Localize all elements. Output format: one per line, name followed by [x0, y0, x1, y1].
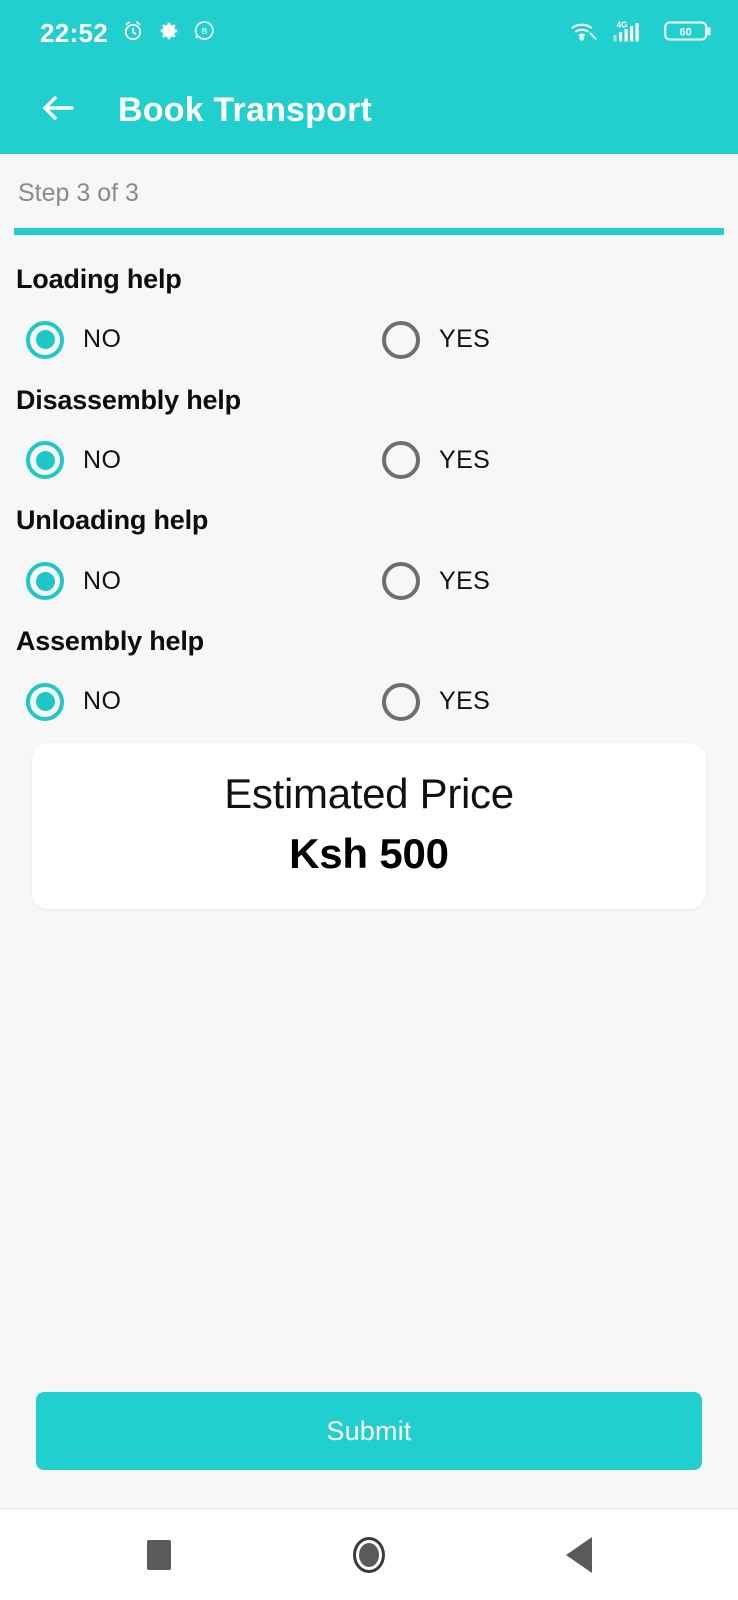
radio-option[interactable]: NO — [26, 562, 382, 601]
radio-dot — [35, 450, 55, 470]
radio-option[interactable]: NO — [26, 682, 382, 721]
question-group: Loading help NO YES — [16, 264, 722, 359]
radio-option[interactable]: YES — [382, 441, 491, 480]
radio-group: NO YES — [16, 682, 722, 721]
question-group: Disassembly help NO YES — [16, 384, 722, 480]
svg-text:4G: 4G — [616, 19, 628, 29]
radio-unselected-icon[interactable] — [382, 441, 420, 480]
radio-selected-icon[interactable] — [26, 562, 64, 601]
radio-option-label: NO — [83, 687, 122, 716]
back-button[interactable] — [28, 79, 90, 141]
radio-unselected-icon[interactable] — [382, 562, 420, 601]
status-bar-right: 4G 60 — [570, 18, 714, 49]
recents-square-icon — [147, 1539, 171, 1570]
radio-selected-icon[interactable] — [26, 441, 64, 480]
radio-selected-icon[interactable] — [26, 320, 64, 359]
radio-option-label: YES — [439, 566, 491, 595]
status-time: 22:52 — [40, 18, 108, 48]
question-title: Disassembly help — [16, 384, 241, 415]
gear-icon — [158, 20, 180, 47]
content-area: Step 3 of 3 Loading help NO YES Disassembly… — [0, 154, 738, 1508]
question-title: Unloading help — [16, 505, 209, 536]
question-title: Loading help — [16, 264, 182, 294]
radio-option[interactable]: YES — [382, 562, 491, 601]
progress-bar — [14, 228, 724, 235]
progress-bar-fill — [14, 228, 724, 235]
question-group: Assembly help NO YES — [16, 626, 722, 721]
estimated-price-card: Estimated Price Ksh 500 — [32, 742, 706, 910]
radio-group: NO YES — [16, 562, 722, 601]
phone-screen: 22:52 B 4G 60 Book Transport Step 3 of 3… — [0, 0, 738, 1600]
radio-option-label: YES — [439, 325, 491, 354]
status-bar: 22:52 B 4G 60 — [0, 0, 738, 66]
question-group: Unloading help NO YES — [16, 505, 722, 601]
question-title: Assembly help — [16, 626, 204, 657]
radio-option-label: NO — [83, 325, 122, 354]
svg-text:B: B — [202, 27, 208, 36]
battery-level-text: 60 — [679, 26, 691, 38]
app-bar: Book Transport — [0, 66, 738, 154]
home-circle-icon — [353, 1536, 385, 1573]
radio-option[interactable]: YES — [382, 320, 491, 359]
radio-option[interactable]: YES — [382, 682, 491, 721]
android-nav-bar — [0, 1508, 738, 1600]
radio-option-label: NO — [83, 445, 122, 474]
flexible-spacer — [0, 909, 738, 1392]
alarm-icon — [121, 19, 145, 48]
radio-dot — [35, 330, 55, 350]
radio-unselected-icon[interactable] — [382, 682, 420, 721]
submit-button-container: Submit — [0, 1392, 738, 1470]
radio-dot — [35, 692, 55, 712]
radio-option-label: NO — [83, 566, 122, 595]
back-triangle-icon — [566, 1536, 592, 1573]
radio-unselected-icon[interactable] — [382, 320, 420, 359]
nav-recents-button[interactable] — [124, 1520, 194, 1590]
page-title: Book Transport — [118, 90, 373, 129]
back-arrow-icon — [39, 91, 79, 130]
nav-back-button[interactable] — [544, 1520, 614, 1590]
radio-option[interactable]: NO — [26, 441, 382, 480]
status-bar-left: 22:52 B — [40, 19, 216, 48]
bottom-gap — [0, 1470, 738, 1508]
radio-dot — [35, 571, 55, 591]
wifi-icon — [570, 19, 600, 48]
radio-option-label: YES — [439, 445, 491, 474]
battery-icon: 60 — [664, 18, 714, 49]
submit-button[interactable]: Submit — [36, 1392, 702, 1470]
radio-group: NO YES — [16, 441, 722, 480]
signal-4g-icon: 4G — [612, 18, 652, 49]
step-indicator-label: Step 3 of 3 — [18, 179, 139, 207]
estimated-price-value: Ksh 500 — [289, 829, 449, 877]
help-options-form: Loading help NO YES Disassembly help NO YES Un… — [0, 235, 738, 721]
radio-group: NO YES — [16, 320, 722, 359]
radio-selected-icon[interactable] — [26, 682, 64, 721]
estimated-price-label: Estimated Price — [224, 769, 514, 817]
radio-option[interactable]: NO — [26, 320, 382, 359]
radio-option-label: YES — [439, 687, 491, 716]
nav-home-button[interactable] — [334, 1520, 404, 1590]
chat-bubble-b-icon: B — [193, 19, 216, 47]
